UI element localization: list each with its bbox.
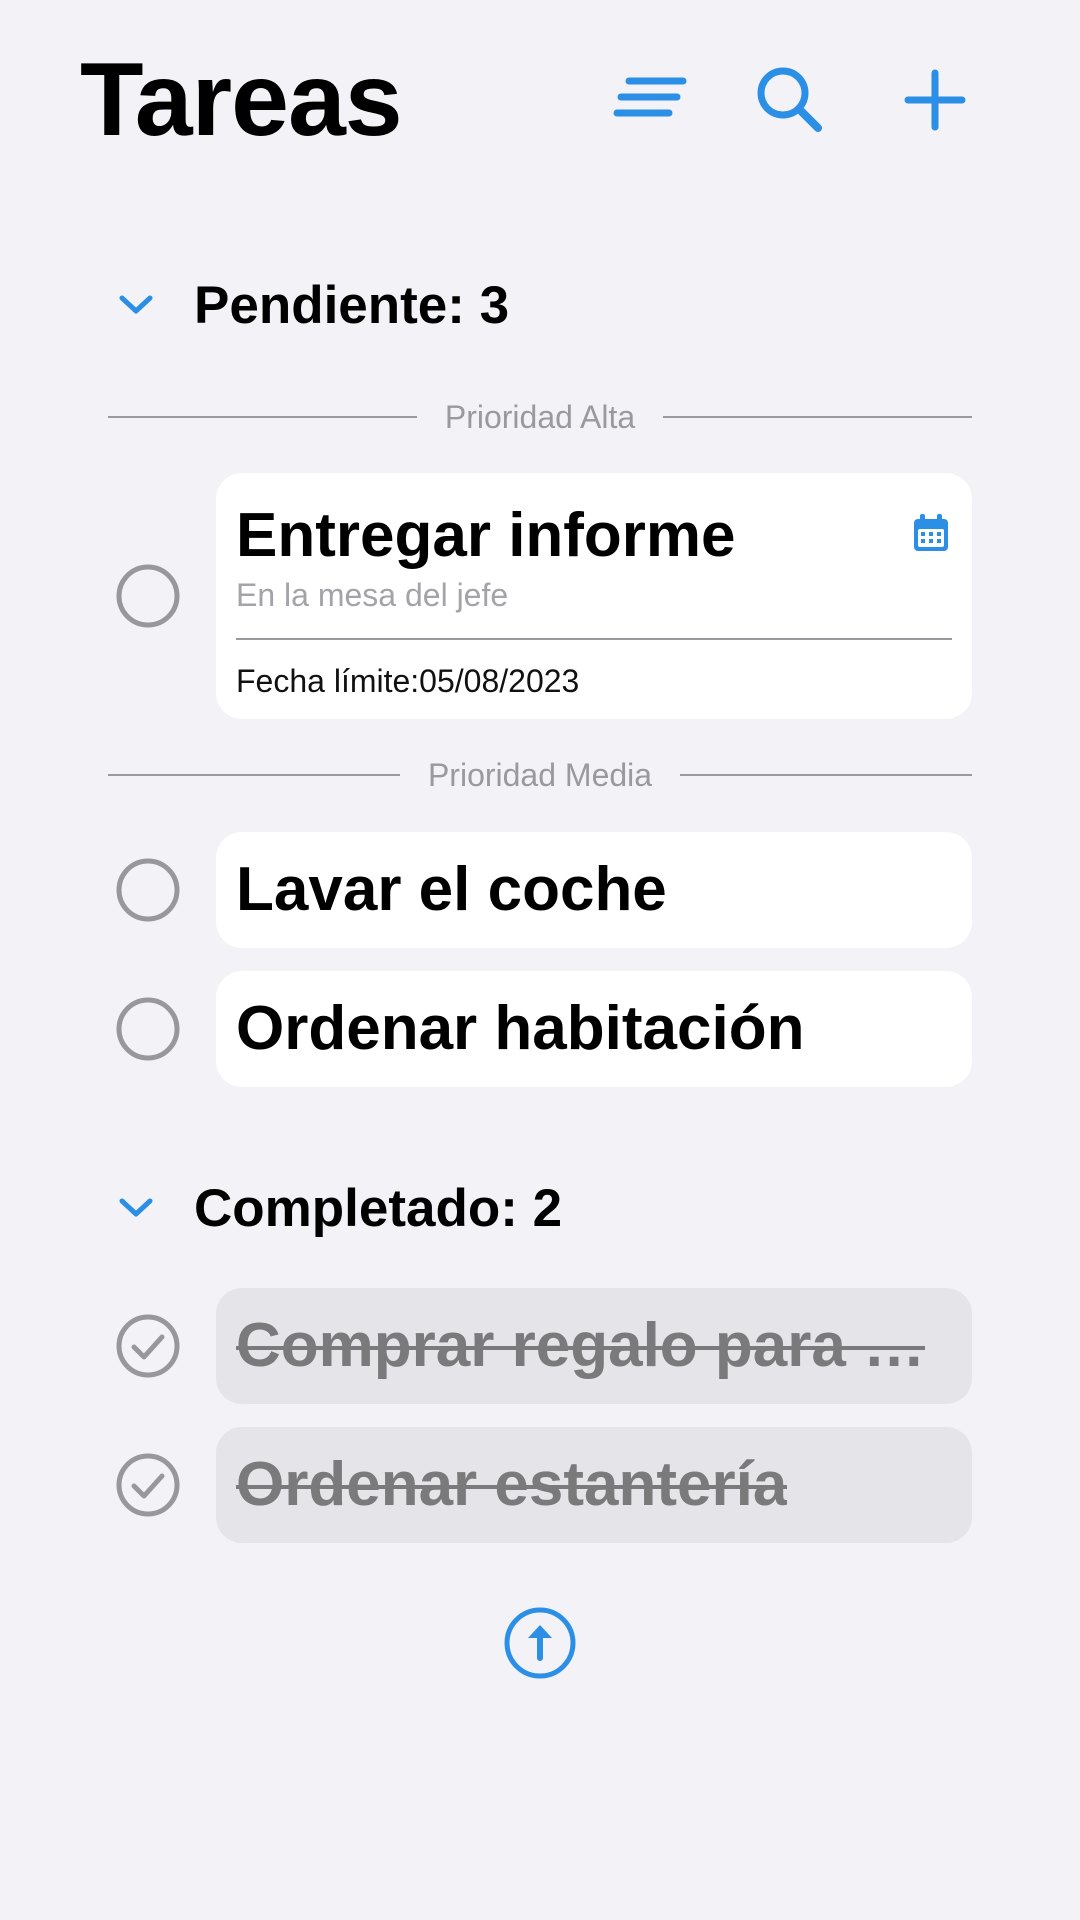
task-checkbox[interactable] [115,996,181,1062]
page-title: Tareas [80,42,403,158]
search-icon [757,67,822,132]
app-header: Tareas [0,0,1080,200]
task-title: Comprar regalo para … [236,1311,926,1380]
sort-button[interactable] [610,60,690,140]
chevron-down-icon [108,1180,164,1236]
divider-line [108,774,400,776]
task-card[interactable]: Entregar informe En la mesa del jefe Fec… [216,473,972,719]
circle-check-icon [116,1314,180,1378]
section-toggle-pending[interactable]: Pendiente: 3 [108,265,509,345]
divider-line [108,416,417,418]
circle-unchecked-icon [116,564,180,628]
priority-divider-media: Prioridad Media [108,755,973,795]
due-date-value: 05/08/2023 [419,663,580,699]
task-title: Ordenar habitación [236,994,805,1063]
sort-lines-icon [613,77,687,117]
task-title: Entregar informe [236,501,736,570]
calendar-icon [911,513,951,553]
divider-line [680,774,973,776]
divider-line [663,416,973,418]
arrow-up-circle-icon [504,1607,576,1679]
task-card[interactable]: Lavar el coche [216,832,972,948]
priority-divider-alta: Prioridad Alta [108,397,973,437]
task-checkbox[interactable] [115,857,181,923]
circle-unchecked-icon [116,858,180,922]
priority-label-alta: Prioridad Alta [444,398,636,435]
task-checkbox-checked[interactable] [115,1452,181,1518]
task-card[interactable]: Ordenar habitación [216,971,972,1087]
chevron-down-icon [108,277,164,333]
scroll-to-top-button[interactable] [503,1606,577,1680]
section-title-completed: Completado: 2 [194,1178,563,1238]
completed-task-card[interactable]: Ordenar estantería [216,1427,972,1543]
task-subtitle: En la mesa del jefe [236,577,509,613]
add-task-button[interactable] [895,60,975,140]
priority-label-media: Prioridad Media [427,756,653,793]
card-divider [236,638,952,640]
completed-task-card[interactable]: Comprar regalo para … [216,1288,972,1404]
section-title-pending: Pendiente: 3 [194,275,510,335]
task-checkbox-checked[interactable] [115,1313,181,1379]
task-checkbox[interactable] [115,563,181,629]
circle-unchecked-icon [116,997,180,1061]
search-button[interactable] [750,60,830,140]
plus-icon [904,69,966,131]
task-title: Ordenar estantería [236,1450,788,1519]
due-date-label: Fecha límite: [236,663,420,699]
circle-check-icon [116,1453,180,1517]
task-title: Lavar el coche [236,855,667,924]
section-toggle-completed[interactable]: Completado: 2 [108,1168,562,1248]
task-due-date: Fecha límite:05/08/2023 [236,663,579,700]
